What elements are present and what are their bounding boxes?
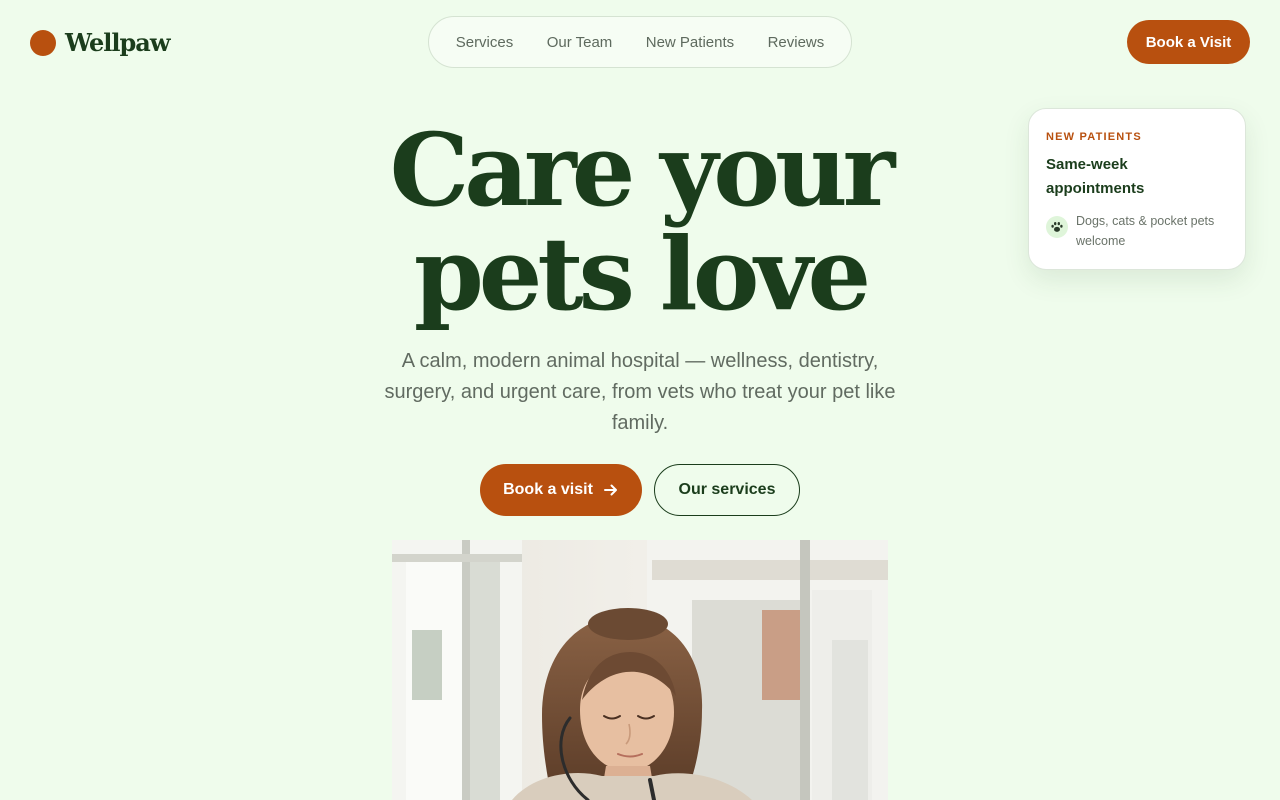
- veterinarian-photo: [392, 540, 888, 800]
- brand-name: Wellpaw: [65, 28, 170, 57]
- book-visit-header-button[interactable]: Book a Visit: [1127, 20, 1250, 64]
- nav-link-new-patients[interactable]: New Patients: [646, 34, 734, 51]
- promo-note: Dogs, cats & pocket pets welcome: [1076, 214, 1215, 248]
- hero-subtitle: A calm, modern animal hospital — wellnes…: [384, 350, 896, 434]
- nav-link-services[interactable]: Services: [456, 34, 514, 51]
- our-services-button[interactable]: Our services: [654, 464, 800, 516]
- nav-link-our-team[interactable]: Our Team: [547, 34, 613, 51]
- promo-title: Same-week appointments: [1046, 156, 1145, 197]
- main-nav: Services Our Team New Patients Reviews: [428, 16, 852, 68]
- book-visit-label: Book a visit: [503, 481, 593, 498]
- promo-note-row: Dogs, cats & pocket pets welcome: [1046, 211, 1229, 251]
- promo-eyebrow: NEW PATIENTS: [1046, 131, 1142, 143]
- brand-logo[interactable]: Wellpaw: [30, 28, 170, 57]
- hero-photo: [392, 540, 888, 800]
- paw-icon: [1046, 216, 1068, 238]
- book-visit-button[interactable]: Book a visit: [480, 464, 642, 516]
- arrow-right-icon: [603, 484, 617, 496]
- nav-link-reviews[interactable]: Reviews: [768, 34, 825, 51]
- new-patients-card: NEW PATIENTS Same-week appointments Dogs…: [1028, 108, 1246, 270]
- logo-mark-icon: [30, 29, 56, 56]
